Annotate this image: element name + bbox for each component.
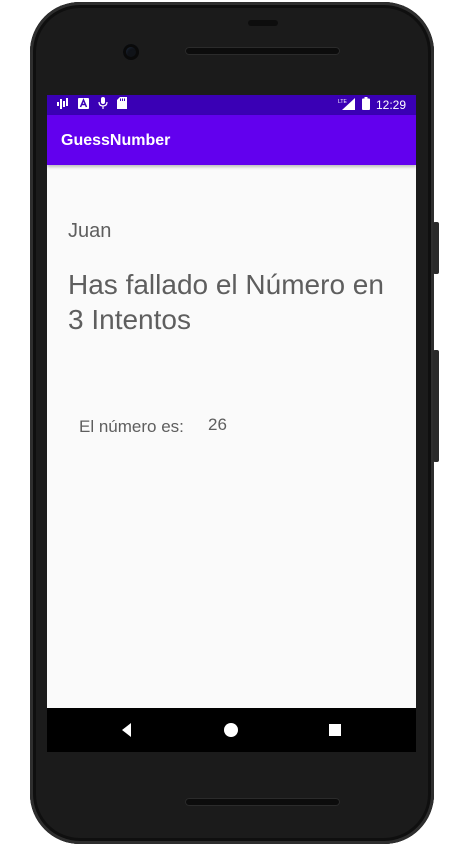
player-name: Juan [68,220,112,242]
device-screen: LTE 12:29 GuessNumber Juan Has fallado e… [47,95,416,708]
battery-icon [361,97,370,113]
back-icon[interactable] [117,720,137,740]
status-bar: LTE 12:29 [47,95,416,115]
recents-icon[interactable] [325,720,345,740]
a-app-icon [78,97,89,113]
home-icon[interactable] [221,720,241,740]
bottom-speaker-grille [185,798,340,806]
front-camera [123,44,139,60]
sd-card-icon [117,97,127,113]
number-value: 26 [208,415,227,434]
result-message: Has fallado el Número en 3 Intentos [68,269,384,335]
lte-label: LTE [338,99,347,105]
navigation-bar [47,708,416,752]
status-clock: 12:29 [375,98,406,112]
microphone-icon [98,97,108,113]
signal-activity-icon [57,97,69,113]
main-content: Juan Has fallado el Número en 3 Intentos… [47,165,416,708]
number-label: El número es: [79,417,184,436]
volume-rocker[interactable] [433,350,439,462]
status-left-icons [57,97,127,113]
top-speaker-grille [185,47,340,55]
app-bar: GuessNumber [47,115,416,165]
status-right-icons: LTE 12:29 [338,97,406,113]
lte-signal-icon: LTE [338,97,356,113]
power-button[interactable] [433,222,439,274]
app-title: GuessNumber [61,132,171,149]
earpiece [248,20,278,26]
